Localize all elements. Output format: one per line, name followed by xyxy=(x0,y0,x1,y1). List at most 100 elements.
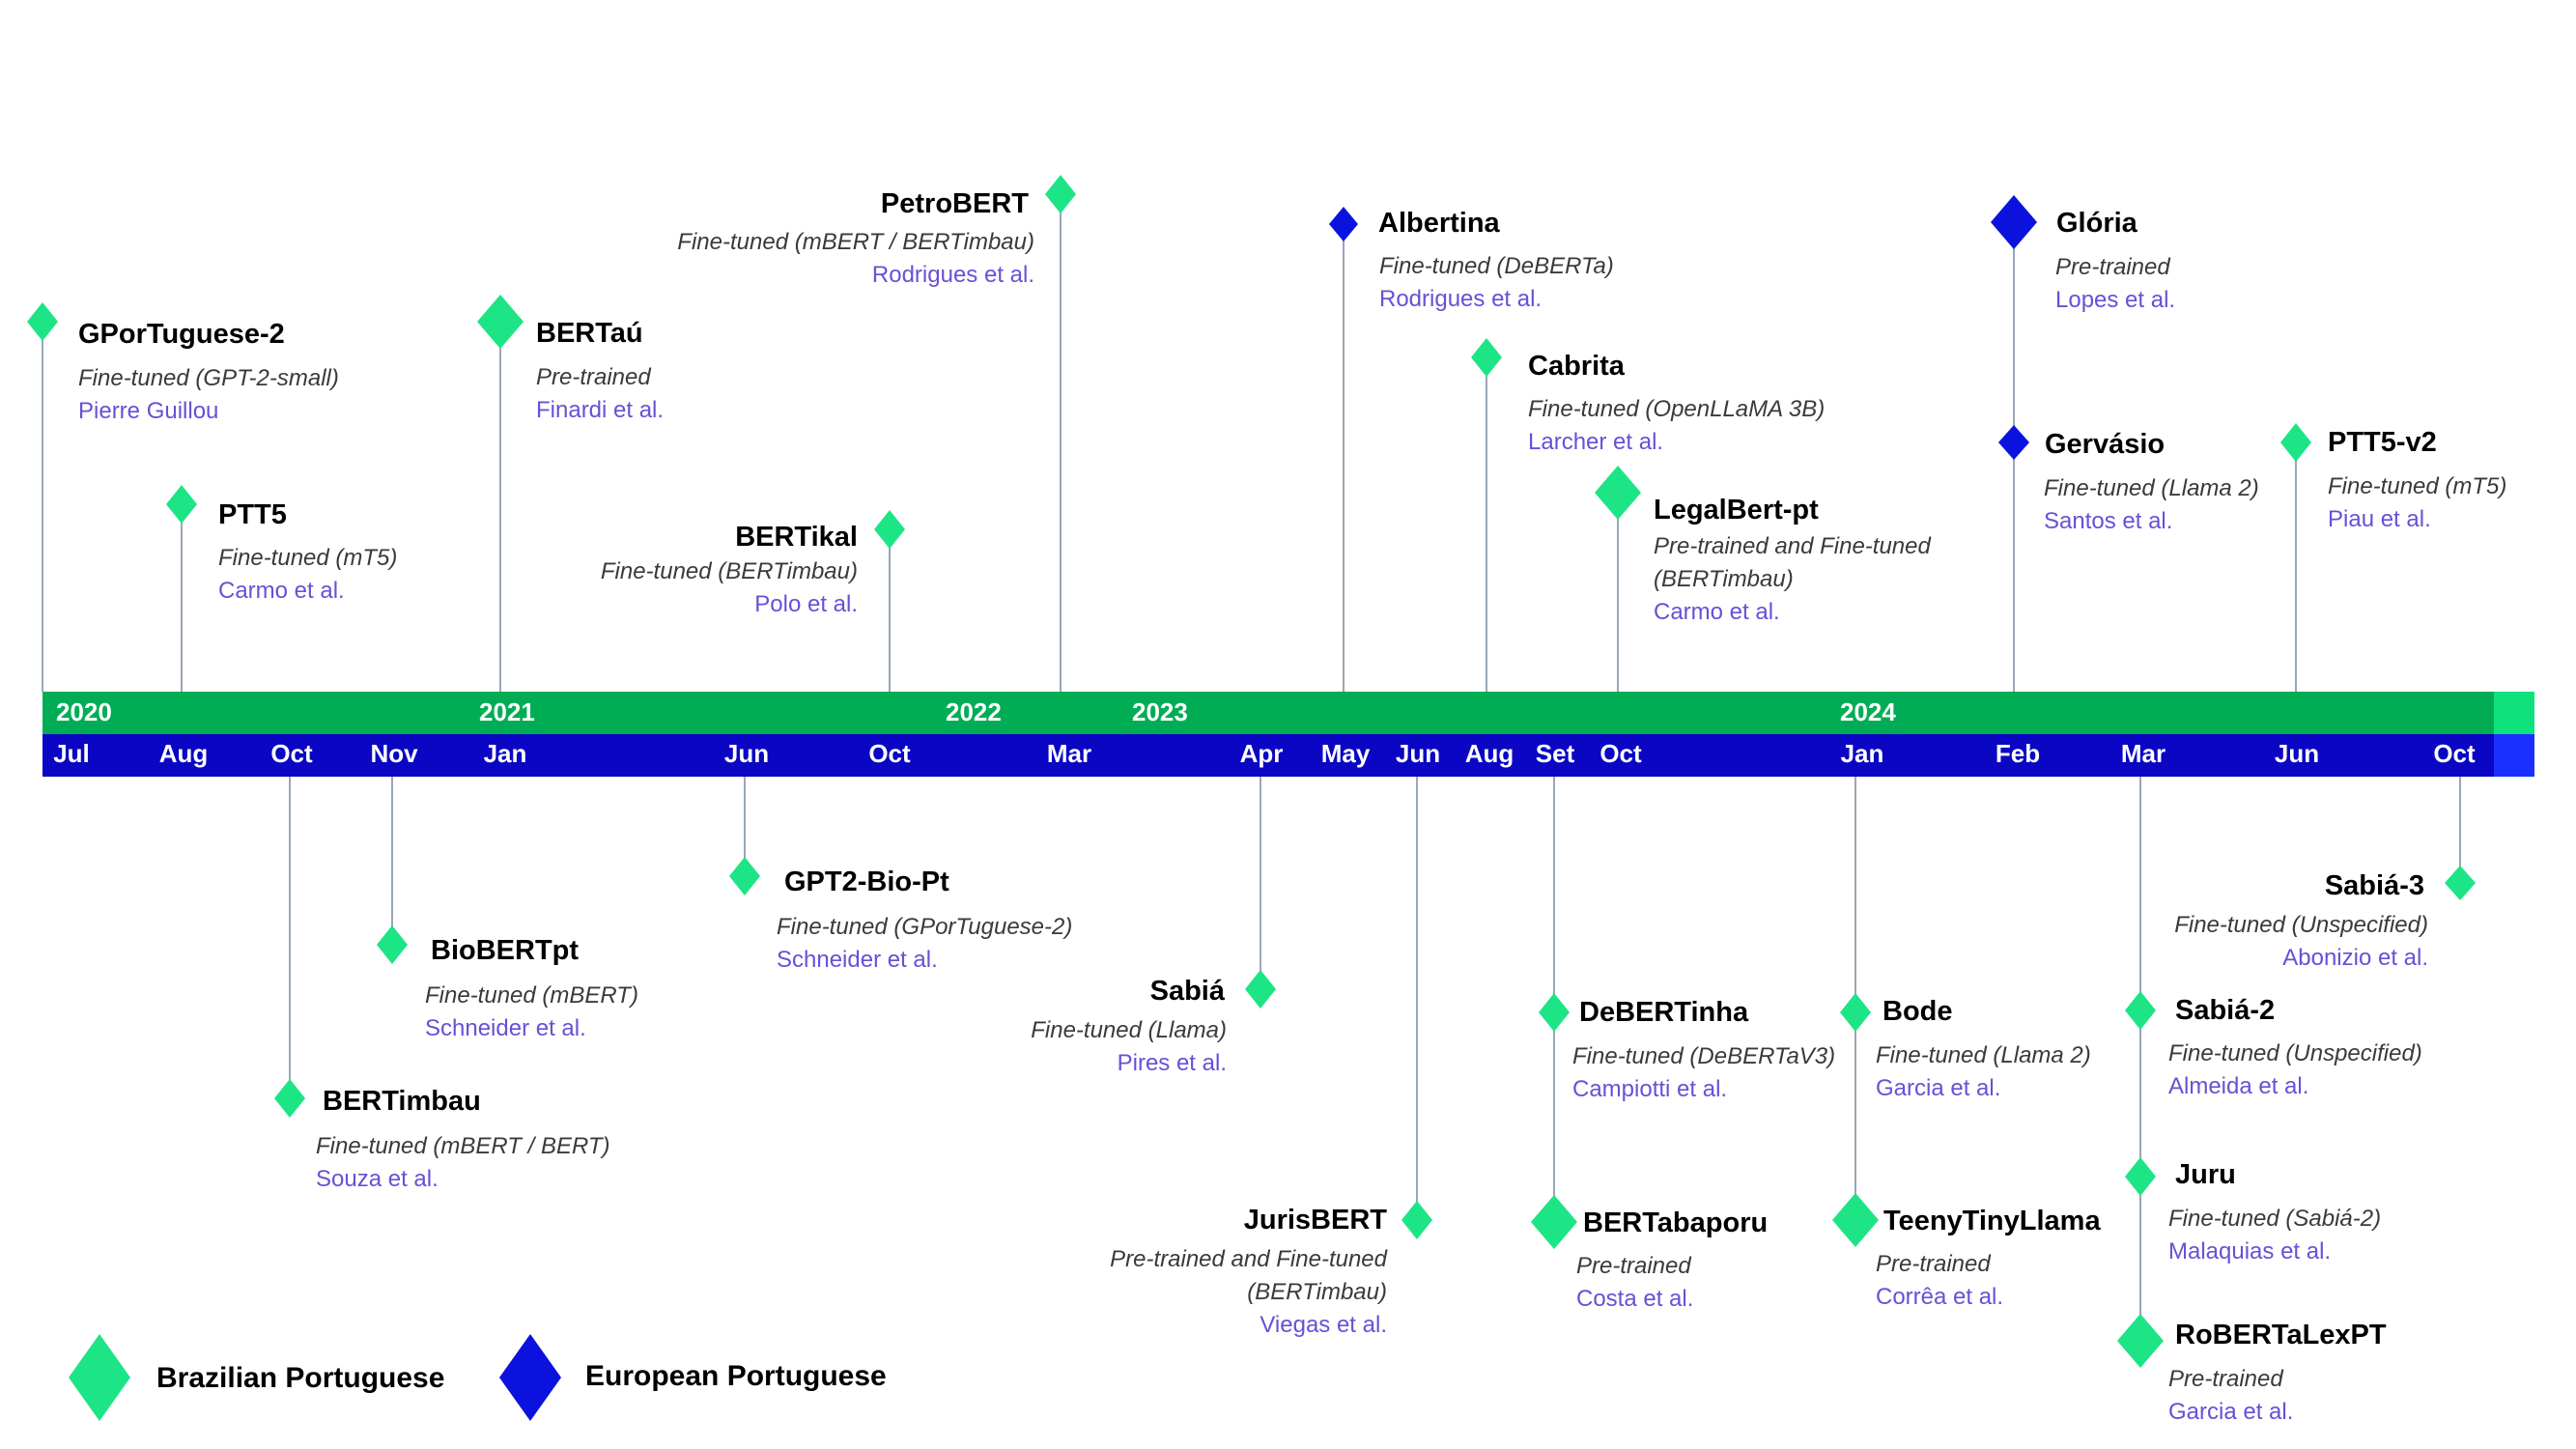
model-authors: Larcher et al. xyxy=(1528,429,1664,455)
model-authors: Rodrigues et al. xyxy=(871,262,1034,288)
legend-label-european: European Portuguese xyxy=(585,1360,887,1392)
model-type: Fine-tuned (mBERT / BERT) xyxy=(316,1133,610,1159)
model-name: JurisBERT xyxy=(1243,1205,1387,1236)
model-name: PetroBERT xyxy=(880,188,1029,219)
model-type: Fine-tuned (BERTimbau) xyxy=(600,558,858,584)
model-type: Fine-tuned (Llama 2) xyxy=(1876,1042,2091,1068)
month-label: Oct xyxy=(270,739,313,768)
diamond-juru xyxy=(2125,1157,2156,1196)
model-authors: Abonizio et al. xyxy=(2282,945,2428,971)
diamond-gportuguese-2 xyxy=(27,302,58,341)
diamond-teenytinyllama xyxy=(1832,1193,1879,1247)
model-name: Bode xyxy=(1882,996,1953,1027)
year-label: 2022 xyxy=(946,697,1002,726)
model-name: Sabiá xyxy=(1149,976,1225,1007)
month-label: Apr xyxy=(1239,739,1284,768)
model-name: BERTikal xyxy=(735,522,858,553)
month-label: Jun xyxy=(723,739,770,768)
model-authors: Corrêa et al. xyxy=(1876,1284,2004,1310)
legend-diamond-brazilian xyxy=(69,1334,130,1421)
diamond-ptt5-v2 xyxy=(2280,423,2311,462)
model-authors: Malaquias et al. xyxy=(2168,1238,2332,1264)
model-authors: Campiotti et al. xyxy=(1572,1076,1728,1102)
model-type: Fine-tuned (GPorTuguese-2) xyxy=(777,914,1073,940)
model-authors: Pierre Guillou xyxy=(78,398,219,424)
diamond-gloria xyxy=(1991,195,2037,249)
model-type: Fine-tuned (Sabiá-2) xyxy=(2168,1206,2382,1232)
model-type: Fine-tuned (DeBERTaV3) xyxy=(1572,1043,1836,1069)
model-name: Cabrita xyxy=(1528,351,1625,382)
model-type: Pre-trained xyxy=(1576,1253,1691,1279)
model-authors: Garcia et al. xyxy=(2168,1399,2294,1425)
model-type: Fine-tuned (DeBERTa) xyxy=(1379,253,1614,279)
model-name: Sabiá-2 xyxy=(2175,995,2276,1026)
model-authors: Piau et al. xyxy=(2328,506,2431,532)
month-label: Aug xyxy=(1464,739,1514,768)
month-label: Oct xyxy=(868,739,911,768)
model-authors: Garcia et al. xyxy=(1876,1075,2001,1101)
legend-diamond-european xyxy=(499,1334,561,1421)
model-name: Glória xyxy=(2056,208,2137,239)
model-type: Fine-tuned (mBERT) xyxy=(425,982,638,1009)
model-name: BERTimbau xyxy=(323,1086,481,1117)
month-label: Jun xyxy=(1395,739,1441,768)
year-bar xyxy=(42,692,2534,734)
diamond-sabia-3 xyxy=(2445,866,2476,900)
year-label: 2020 xyxy=(56,697,112,726)
model-authors: Almeida et al. xyxy=(2168,1073,2309,1099)
model-type: Pre-trained and Fine-tuned (BERTimbau) xyxy=(1110,1246,1387,1305)
model-name: Gervásio xyxy=(2045,429,2166,460)
model-authors: Finardi et al. xyxy=(536,397,665,423)
diamond-albertina xyxy=(1329,207,1358,242)
month-label: Feb xyxy=(1995,739,2041,768)
month-label: Mar xyxy=(2120,739,2166,768)
diamond-gervasio xyxy=(1998,425,2029,460)
diamond-debertinha xyxy=(1539,993,1570,1032)
diamond-petrobert xyxy=(1045,175,1076,213)
model-type: Fine-tuned (mT5) xyxy=(2328,473,2507,499)
year-label: 2023 xyxy=(1132,697,1188,726)
diamond-bode xyxy=(1840,993,1871,1032)
model-name: Albertina xyxy=(1378,208,1500,239)
year-label: 2021 xyxy=(479,697,535,726)
model-name: PTT5 xyxy=(218,499,287,530)
year-bar-end xyxy=(2494,692,2534,734)
month-label: May xyxy=(1320,739,1371,768)
model-name: RoBERTaLexPT xyxy=(2175,1320,2387,1350)
year-label: 2024 xyxy=(1840,697,1896,726)
diamond-sabia xyxy=(1245,970,1276,1009)
diamond-cabrita xyxy=(1471,338,1502,377)
month-bar-end xyxy=(2494,734,2534,777)
model-type: Fine-tuned (Llama) xyxy=(1031,1017,1227,1043)
month-label: Aug xyxy=(158,739,209,768)
month-label: Set xyxy=(1535,739,1575,768)
model-authors: Schneider et al. xyxy=(425,1015,586,1041)
model-authors: Polo et al. xyxy=(754,591,858,617)
model-authors: Viegas et al. xyxy=(1260,1312,1387,1338)
month-label: Jan xyxy=(483,739,527,768)
diamond-gpt2-bio-pt xyxy=(729,857,760,895)
model-type: Pre-trained xyxy=(536,364,651,390)
model-authors: Costa et al. xyxy=(1576,1286,1694,1312)
legend-label-brazilian: Brazilian Portuguese xyxy=(156,1362,445,1394)
month-label: Mar xyxy=(1046,739,1092,768)
diamond-bertabaporu xyxy=(1531,1195,1577,1249)
month-label: Jul xyxy=(53,739,90,768)
model-type: Fine-tuned (OpenLLaMA 3B) xyxy=(1528,396,1826,422)
model-name: DeBERTinha xyxy=(1579,997,1749,1028)
diamond-ptt5 xyxy=(166,485,197,524)
model-name: BERTabaporu xyxy=(1583,1208,1769,1238)
month-label: Jan xyxy=(1840,739,1884,768)
diamond-legalbert-pt xyxy=(1595,466,1641,520)
model-type: Fine-tuned (Llama 2) xyxy=(2044,475,2259,501)
model-name: PTT5-v2 xyxy=(2328,427,2437,458)
model-name: BioBERTpt xyxy=(431,935,580,966)
model-type: Fine-tuned (GPT-2-small) xyxy=(78,365,339,391)
model-type: Fine-tuned (Unspecified) xyxy=(2174,912,2428,938)
diamond-jurisbert xyxy=(1401,1201,1432,1239)
month-label: Oct xyxy=(1599,739,1642,768)
model-authors: Lopes et al. xyxy=(2055,287,2176,313)
model-type: Fine-tuned (Unspecified) xyxy=(2168,1040,2422,1066)
diamond-robertalexpt xyxy=(2117,1314,2164,1368)
model-type: Pre-trained xyxy=(2168,1366,2283,1392)
